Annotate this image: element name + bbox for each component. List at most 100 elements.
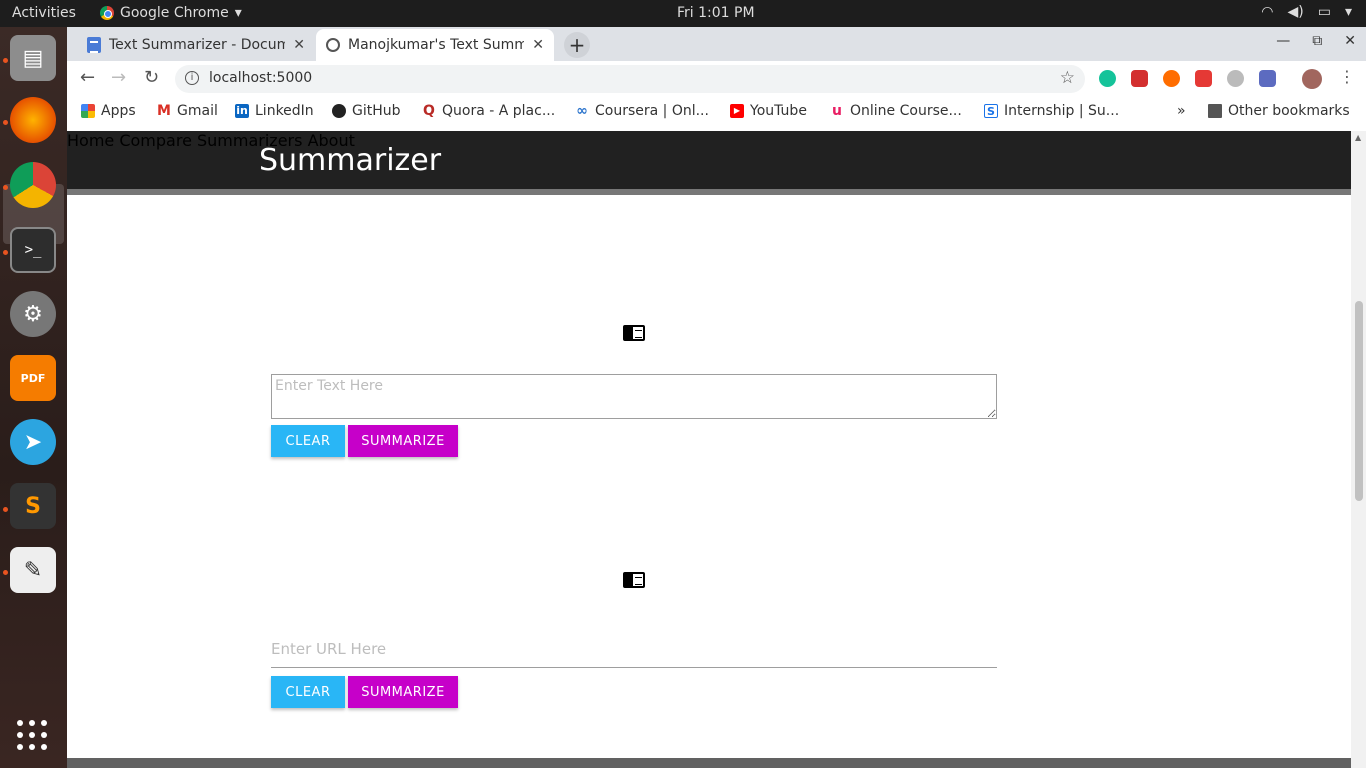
bookmark-youtube[interactable]: ▶ YouTube (730, 103, 807, 119)
activities-button[interactable]: Activities (12, 5, 76, 21)
site-navbar: Summarizer Home Compare Summarizers Abou… (67, 131, 1351, 195)
bookmark-coursera[interactable]: ∞ Coursera | Onl... (575, 103, 709, 119)
page-viewport: Summarizer Home Compare Summarizers Abou… (67, 131, 1351, 768)
github-icon (332, 104, 346, 118)
running-indicator (3, 58, 8, 63)
dock: ▤ >_ ⚙ PDF ➤ S ✎ (0, 27, 67, 768)
minimize-icon[interactable]: — (1276, 33, 1290, 49)
youtube-icon: ▶ (730, 104, 744, 118)
bookmark-udemy[interactable]: u Online Course... (830, 103, 962, 119)
text-editor-icon[interactable]: ✎ (10, 547, 56, 593)
running-indicator (3, 185, 8, 190)
tab-text-summarizer-app[interactable]: Manojkumar's Text Summ ✕ (316, 29, 554, 61)
extension-orange-icon[interactable] (1163, 70, 1180, 87)
clear-url-button[interactable]: Clear (271, 676, 345, 708)
address-bar[interactable]: i localhost:5000 ☆ (175, 65, 1085, 93)
bookmarks-overflow-button[interactable]: » (1177, 103, 1186, 119)
profile-avatar[interactable] (1302, 69, 1322, 89)
running-indicator (3, 507, 8, 512)
sublime-text-icon[interactable]: S (10, 483, 56, 529)
bookmark-other[interactable]: Other bookmarks (1208, 103, 1350, 119)
bookmark-quora[interactable]: Q Quora - A plac... (422, 103, 555, 119)
info-icon[interactable]: i (185, 71, 199, 85)
new-tab-button[interactable]: + (564, 32, 590, 58)
coursera-icon: ∞ (576, 103, 588, 119)
bookmark-label: Quora - A plac... (442, 103, 556, 119)
close-icon[interactable]: ✕ (293, 37, 305, 53)
extension-red-book-icon[interactable] (1131, 70, 1148, 87)
system-tray[interactable]: ◠ ◀) ▭ ▾ (1261, 4, 1352, 20)
maximize-icon[interactable]: ⧉ (1312, 33, 1322, 49)
globe-icon (326, 38, 340, 52)
summarize-url-button[interactable]: Summarize (348, 676, 458, 708)
url-text: localhost:5000 (209, 70, 313, 86)
url-input[interactable] (271, 631, 997, 668)
tab-text-summarizer-doc[interactable]: Text Summarizer - Docum ✕ (77, 29, 315, 61)
close-window-icon[interactable]: ✕ (1344, 33, 1356, 49)
bookmark-apps[interactable]: Apps (81, 103, 136, 119)
volume-icon: ◀) (1287, 4, 1304, 20)
quora-icon: Q (423, 103, 435, 119)
firefox-icon[interactable] (10, 97, 56, 143)
bookmark-gmail[interactable]: M Gmail (157, 103, 218, 119)
gmail-icon: M (157, 103, 171, 119)
running-indicator (3, 570, 8, 575)
tab-title: Text Summarizer - Docum (109, 37, 286, 53)
chrome-icon (100, 6, 114, 20)
page-scrollbar[interactable]: ▲ (1351, 131, 1366, 768)
more-menu-icon[interactable]: ⋮ (1339, 67, 1355, 86)
bookmark-label: Gmail (177, 103, 218, 119)
bookmark-star-icon[interactable]: ☆ (1060, 68, 1075, 88)
text-section-reader-icon (623, 325, 645, 341)
docs-icon (87, 37, 101, 53)
bookmark-internshala[interactable]: S Internship | Su... (984, 103, 1119, 119)
tab-strip: Text Summarizer - Docum ✕ Manojkumar's T… (67, 27, 1366, 61)
site-brand[interactable]: Summarizer (259, 143, 441, 178)
terminal-icon[interactable]: >_ (10, 227, 56, 273)
chevron-down-icon: ▾ (234, 5, 242, 21)
clear-text-button[interactable]: Clear (271, 425, 345, 457)
bookmark-label: Coursera | Onl... (595, 103, 709, 119)
extension-link-icon[interactable] (1227, 70, 1244, 87)
forward-arrow-icon[interactable]: → (111, 67, 126, 88)
internshala-icon: S (984, 104, 998, 118)
text-input[interactable] (271, 374, 997, 419)
window-controls: — ⧉ ✕ (1276, 33, 1356, 49)
chrome-dock-icon[interactable] (10, 162, 56, 208)
bookmark-label: Apps (101, 103, 136, 119)
running-indicator (3, 250, 8, 255)
pdf-reader-icon[interactable]: PDF (10, 355, 56, 401)
reload-icon[interactable]: ↻ (144, 67, 159, 88)
bookmark-label: GitHub (352, 103, 401, 119)
files-icon[interactable]: ▤ (10, 35, 56, 81)
show-applications-icon[interactable] (17, 720, 49, 752)
back-arrow-icon[interactable]: ← (80, 67, 95, 88)
grammarly-icon[interactable] (1099, 70, 1116, 87)
url-section-reader-icon (623, 572, 645, 588)
close-icon[interactable]: ✕ (532, 37, 544, 53)
overflow-chevron-icon: » (1177, 103, 1186, 119)
running-indicator (3, 120, 8, 125)
system-top-bar: Activities Google Chrome ▾ Fri 1:01 PM ◠… (0, 0, 1366, 27)
extension-media-icon[interactable] (1195, 70, 1212, 87)
summarize-text-button[interactable]: Summarize (348, 425, 458, 457)
bookmark-label: Internship | Su... (1004, 103, 1120, 119)
app-menu[interactable]: Google Chrome ▾ (100, 5, 242, 21)
battery-icon: ▭ (1317, 4, 1331, 20)
clock[interactable]: Fri 1:01 PM (677, 5, 755, 21)
settings-icon[interactable]: ⚙ (10, 291, 56, 337)
bookmark-label: YouTube (750, 103, 807, 119)
scroll-up-arrow-icon[interactable]: ▲ (1355, 133, 1361, 142)
bookmark-linkedin[interactable]: in LinkedIn (235, 103, 314, 119)
scrollbar-thumb[interactable] (1355, 301, 1363, 501)
bookmark-label: LinkedIn (255, 103, 314, 119)
site-footer (67, 758, 1351, 768)
extension-camera-icon[interactable] (1259, 70, 1276, 87)
telegram-icon[interactable]: ➤ (10, 419, 56, 465)
tab-title: Manojkumar's Text Summ (348, 37, 525, 53)
nav-home-link[interactable]: Home (67, 131, 114, 150)
bookmark-github[interactable]: GitHub (332, 103, 401, 119)
bookmark-label: Other bookmarks (1228, 103, 1350, 119)
browser-window: Text Summarizer - Docum ✕ Manojkumar's T… (67, 27, 1366, 768)
udemy-icon: u (832, 103, 842, 119)
